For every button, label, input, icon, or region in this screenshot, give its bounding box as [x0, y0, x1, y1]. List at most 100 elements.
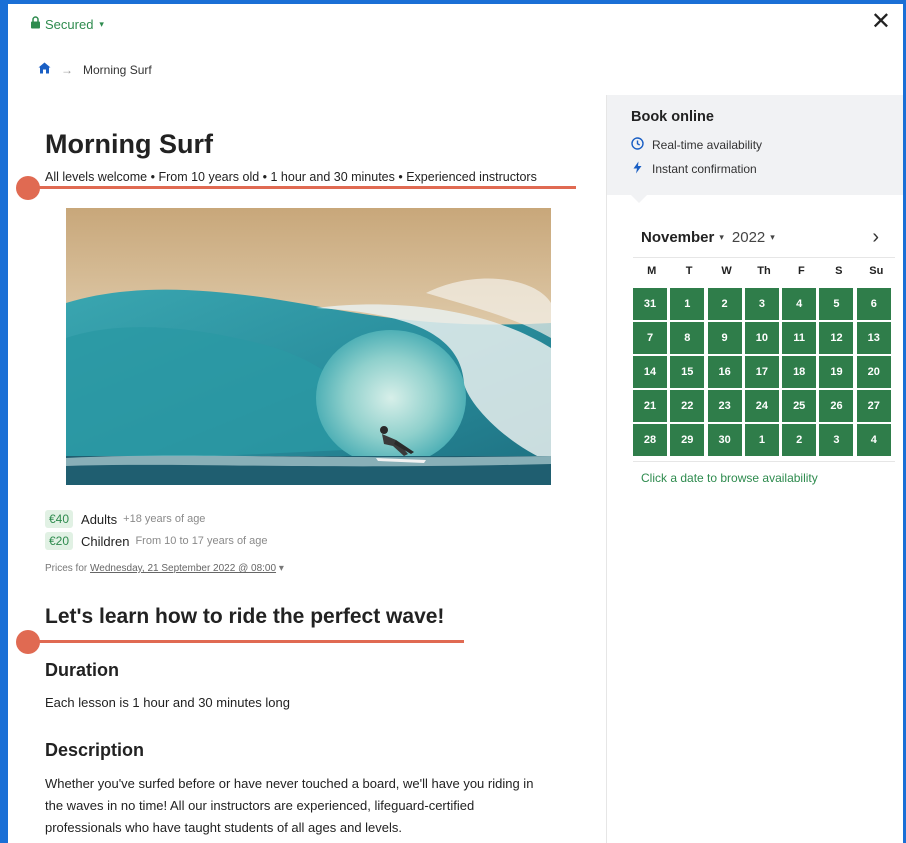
- calendar-day[interactable]: 14: [633, 356, 667, 388]
- description-line: professionals who have taught students o…: [45, 820, 403, 835]
- calendar-day[interactable]: 18: [782, 356, 817, 388]
- calendar-day[interactable]: 2: [782, 424, 817, 456]
- booking-panel: Book online Real-time availability Insta…: [607, 95, 903, 843]
- weekday-label: T: [685, 265, 693, 277]
- duration-text: Each lesson is 1 hour and 30 minutes lon…: [45, 695, 290, 710]
- month-select[interactable]: November: [641, 229, 714, 246]
- price-badge: €40: [45, 510, 74, 528]
- activity-details: Morning Surf All levels welcome • From 1…: [8, 95, 606, 843]
- activity-summary: All levels welcome • From 10 years old •…: [45, 170, 537, 184]
- lightning-icon: [631, 161, 644, 177]
- calendar-day[interactable]: 16: [707, 356, 742, 388]
- prices-for-label: Prices for: [45, 563, 88, 574]
- breadcrumb: → Morning Surf: [38, 62, 152, 77]
- calendar-day[interactable]: 22: [670, 390, 705, 422]
- calendar-day[interactable]: 5: [819, 288, 854, 320]
- calendar-day[interactable]: 4: [856, 424, 891, 456]
- calendar-day[interactable]: 21: [633, 390, 667, 422]
- calendar-day[interactable]: 26: [819, 390, 854, 422]
- calendar-day[interactable]: 10: [744, 322, 779, 354]
- description-line: the waves in no time! All our instructor…: [45, 798, 475, 813]
- description-heading: Description: [45, 740, 145, 760]
- calendar-day[interactable]: 11: [782, 322, 817, 354]
- price-label: Adults: [81, 511, 118, 527]
- calendar-header: November ▾ 2022 ▾: [641, 229, 783, 246]
- close-icon[interactable]: ✕: [871, 10, 891, 34]
- surf-wave-image: [66, 208, 551, 485]
- calendar-hint: Click a date to browse availability: [641, 471, 818, 485]
- year-select[interactable]: 2022: [732, 229, 765, 246]
- calendar-day[interactable]: 17: [744, 356, 779, 388]
- prices-for-text: Prices for Wednesday, 21 September 2022 …: [45, 563, 284, 574]
- header-notch: [631, 195, 647, 203]
- calendar-divider: [633, 461, 895, 462]
- calendar-day[interactable]: 1: [744, 424, 779, 456]
- wave-illustration: [66, 208, 551, 485]
- feature-instant: Instant confirmation: [631, 161, 757, 177]
- duration-heading: Duration: [45, 660, 119, 680]
- calendar-day[interactable]: 7: [633, 322, 667, 354]
- lock-icon: [30, 16, 41, 32]
- calendar-day[interactable]: 6: [856, 288, 891, 320]
- calendar-day[interactable]: 3: [744, 288, 779, 320]
- calendar-day[interactable]: 23: [707, 390, 742, 422]
- section-heading: Let's learn how to ride the perfect wave…: [45, 605, 445, 628]
- price-note: From 10 to 17 years of age: [135, 535, 268, 547]
- price-label: Children: [81, 533, 130, 549]
- calendar-day[interactable]: 12: [819, 322, 854, 354]
- page-title: Morning Surf: [45, 129, 213, 159]
- annotation-underline: [24, 640, 464, 643]
- calendar-day[interactable]: 29: [670, 424, 705, 456]
- price-badge: €20: [45, 532, 74, 550]
- clock-icon: [631, 137, 644, 153]
- annotation-marker: [16, 176, 40, 200]
- chevron-down-icon: ▾: [770, 232, 775, 242]
- top-bar: Secured ▾ ✕: [8, 4, 903, 44]
- calendar-day[interactable]: 27: [856, 390, 891, 422]
- annotation-underline: [36, 186, 576, 189]
- calendar-day[interactable]: 1: [670, 288, 705, 320]
- calendar-day[interactable]: 8: [670, 322, 705, 354]
- home-icon[interactable]: [38, 62, 51, 77]
- booking-title: Book online: [631, 109, 714, 125]
- calendar-day[interactable]: 19: [819, 356, 854, 388]
- feature-realtime: Real-time availability: [631, 137, 762, 153]
- calendar-day[interactable]: 31: [633, 288, 667, 320]
- calendar-divider: [633, 257, 895, 258]
- description-line: Whether you've surfed before or have nev…: [45, 776, 534, 791]
- price-row-children: €20 Children From 10 to 17 years of age: [45, 532, 268, 550]
- calendar-day[interactable]: 13: [856, 322, 891, 354]
- booking-header: Book online Real-time availability Insta…: [607, 95, 903, 195]
- calendar-day[interactable]: 4: [782, 288, 817, 320]
- weekday-row: M T W Th F S Su: [633, 265, 895, 277]
- chevron-down-icon: ▾: [719, 232, 724, 242]
- calendar-day[interactable]: 15: [670, 356, 705, 388]
- prices-date-link[interactable]: Wednesday, 21 September 2022 @ 08:00: [90, 563, 276, 574]
- breadcrumb-current: Morning Surf: [83, 62, 152, 77]
- weekday-label: Su: [869, 265, 884, 277]
- next-month-icon[interactable]: ›: [872, 226, 879, 249]
- feature-text: Real-time availability: [652, 138, 763, 152]
- weekday-label: F: [798, 265, 805, 277]
- chevron-down-icon: ▾: [278, 563, 284, 574]
- secured-dropdown[interactable]: Secured ▾: [30, 16, 104, 32]
- weekday-label: S: [835, 265, 843, 277]
- calendar-day[interactable]: 9: [707, 322, 742, 354]
- weekday-label: Th: [757, 265, 771, 277]
- calendar-day[interactable]: 30: [707, 424, 742, 456]
- calendar-day[interactable]: 3: [819, 424, 854, 456]
- calendar-day[interactable]: 24: [744, 390, 779, 422]
- calendar-day[interactable]: 2: [707, 288, 742, 320]
- calendar-day[interactable]: 20: [856, 356, 891, 388]
- secured-label: Secured: [45, 16, 94, 32]
- weekday-label: W: [721, 265, 732, 277]
- chevron-down-icon: ▾: [99, 18, 104, 29]
- calendar-grid: 31 1 2 3 4 5 6 7 8 9 10 11 12 13 14 15 16 17 18 19 20 21 22 23 2…: [633, 288, 895, 456]
- calendar-day[interactable]: 28: [633, 424, 667, 456]
- feature-text: Instant confirmation: [652, 162, 757, 176]
- annotation-marker: [16, 630, 40, 654]
- price-row-adults: €40 Adults +18 years of age: [45, 510, 205, 528]
- calendar-day[interactable]: 25: [782, 390, 817, 422]
- price-note: +18 years of age: [123, 513, 206, 525]
- weekday-label: M: [647, 265, 657, 277]
